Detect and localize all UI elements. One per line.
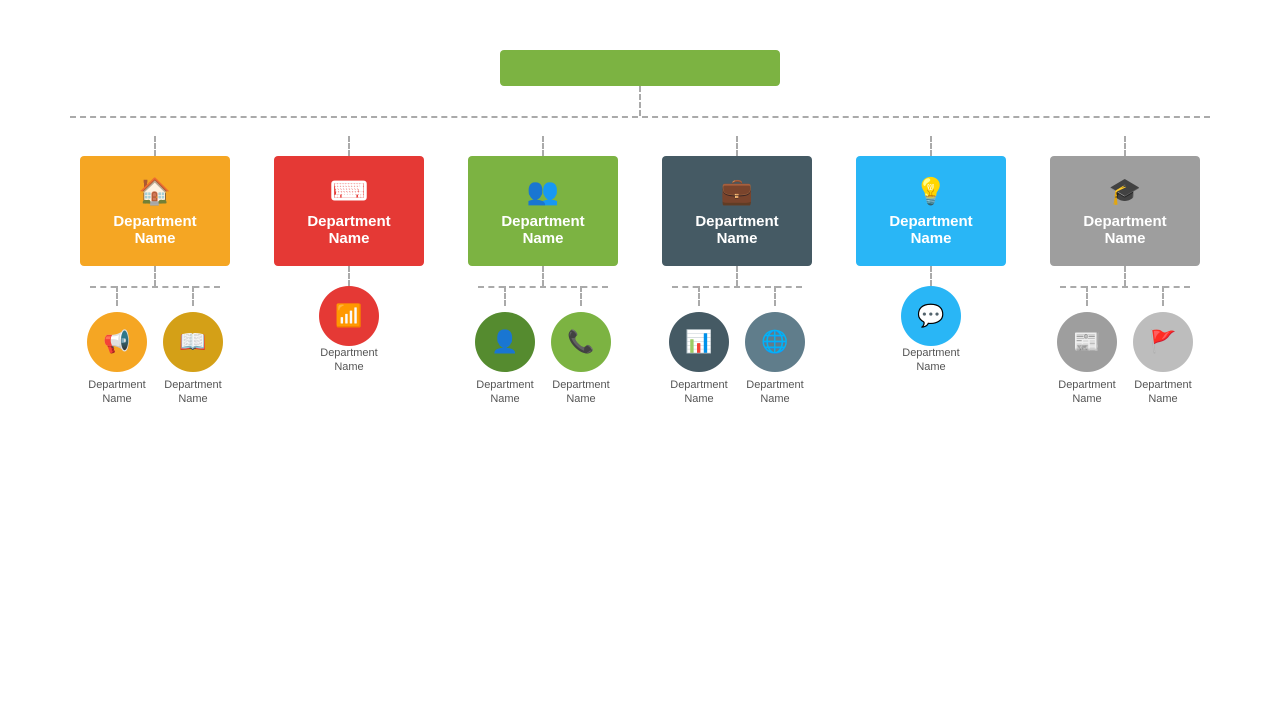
sub-h-line-6 <box>1060 286 1190 288</box>
sub-h-line-4 <box>672 286 802 288</box>
dept-v-connector-5 <box>930 136 932 156</box>
sub-circle-3-2[interactable]: 📞 <box>551 312 611 372</box>
sub-items-row-4: 📊 Department Name 🌐 Department Name <box>669 286 805 407</box>
sub-label-1-1: Department Name <box>88 378 145 407</box>
sub-label-2-1: Department Name <box>320 346 377 375</box>
sub-v-6 <box>1124 266 1126 286</box>
dept-name-2: Department Name <box>307 213 390 247</box>
dept-icon-6: 🎓 <box>1109 176 1141 207</box>
sub-item-v-4-1 <box>698 286 700 306</box>
dept-name-3: Department Name <box>501 213 584 247</box>
dept-icon-5: 💡 <box>915 176 947 207</box>
dept-box-6[interactable]: 🎓 Department Name <box>1050 156 1200 266</box>
sub-v-5 <box>930 266 932 286</box>
sub-item-v-4-2 <box>774 286 776 306</box>
sub-items-row-1: 📢 Department Name 📖 Department Name <box>87 286 223 407</box>
dept-col-1: 🏠 Department Name 📢 Department Name 📖 Departm… <box>70 136 240 407</box>
dept-v-connector-1 <box>154 136 156 156</box>
single-sub-5: 💬Department Name <box>901 286 961 375</box>
dept-name-6: Department Name <box>1083 213 1166 247</box>
root-connector <box>50 86 1230 116</box>
sub-item-1-1: 📢 Department Name <box>87 286 147 407</box>
dept-name-1: Department Name <box>113 213 196 247</box>
sub-item-v-6-2 <box>1162 286 1164 306</box>
sub-item-v-6-1 <box>1086 286 1088 306</box>
sub-circle-6-2[interactable]: 🚩 <box>1133 312 1193 372</box>
sub-items-row-6: 📰 Department Name 🚩 Department Name <box>1057 286 1193 407</box>
dept-box-2[interactable]: ⌨ Department Name <box>274 156 424 266</box>
dept-v-connector-3 <box>542 136 544 156</box>
sub-item-3-2: 📞 Department Name <box>551 286 611 407</box>
sub-label-3-1: Department Name <box>476 378 533 407</box>
sub-v-1 <box>154 266 156 286</box>
dept-col-5: 💡Department Name💬Department Name <box>846 136 1016 407</box>
dept-v-connector-4 <box>736 136 738 156</box>
dept-name-4: Department Name <box>695 213 778 247</box>
sub-item-v-1-1 <box>116 286 118 306</box>
sub-label-1-2: Department Name <box>164 378 221 407</box>
sub-label-4-1: Department Name <box>670 378 727 407</box>
dept-icon-4: 💼 <box>721 176 753 207</box>
departments-row: 🏠 Department Name 📢 Department Name 📖 Departm… <box>70 136 1210 407</box>
sub-h-line-1 <box>90 286 220 288</box>
dept-col-2: ⌨Department Name📶Department Name <box>264 136 434 407</box>
dept-icon-2: ⌨ <box>330 176 368 207</box>
sub-items-row-3: 👤 Department Name 📞 Department Name <box>475 286 611 407</box>
sub-item-v-3-2 <box>580 286 582 306</box>
dept-icon-3: 👥 <box>527 176 559 207</box>
sub-label-6-1: Department Name <box>1058 378 1115 407</box>
dept-box-3[interactable]: 👥 Department Name <box>468 156 618 266</box>
sub-item-4-1: 📊 Department Name <box>669 286 729 407</box>
sub-circle-3-1[interactable]: 👤 <box>475 312 535 372</box>
sub-item-1-2: 📖 Department Name <box>163 286 223 407</box>
sub-item-6-1: 📰 Department Name <box>1057 286 1117 407</box>
dept-box-5[interactable]: 💡 Department Name <box>856 156 1006 266</box>
dept-box-4[interactable]: 💼 Department Name <box>662 156 812 266</box>
sub-item-v-1-2 <box>192 286 194 306</box>
sub-circle-5-1[interactable]: 💬 <box>901 286 961 346</box>
sub-label-4-2: Department Name <box>746 378 803 407</box>
dept-v-connector-6 <box>1124 136 1126 156</box>
sub-circle-6-1[interactable]: 📰 <box>1057 312 1117 372</box>
dept-col-4: 💼 Department Name 📊 Department Name 🌐 Departm… <box>652 136 822 407</box>
single-sub-2: 📶Department Name <box>319 286 379 375</box>
dept-col-3: 👥 Department Name 👤 Department Name 📞 Departm… <box>458 136 628 407</box>
dept-col-6: 🎓 Department Name 📰 Department Name 🚩 Departm… <box>1040 136 1210 407</box>
dept-v-connector-2 <box>348 136 350 156</box>
sub-circle-4-1[interactable]: 📊 <box>669 312 729 372</box>
h-line <box>70 116 1210 118</box>
dept-name-5: Department Name <box>889 213 972 247</box>
sub-label-3-2: Department Name <box>552 378 609 407</box>
h-line-container <box>70 116 1210 136</box>
slide: 🏠 Department Name 📢 Department Name 📖 Departm… <box>0 0 1280 720</box>
sub-circle-1-2[interactable]: 📖 <box>163 312 223 372</box>
sub-item-v-3-1 <box>504 286 506 306</box>
sub-circle-4-2[interactable]: 🌐 <box>745 312 805 372</box>
sub-circle-1-1[interactable]: 📢 <box>87 312 147 372</box>
root-box[interactable] <box>500 50 780 86</box>
sub-v-2 <box>348 266 350 286</box>
dept-icon-1: 🏠 <box>139 176 171 207</box>
org-root <box>50 50 1230 86</box>
sub-label-5-1: Department Name <box>902 346 959 375</box>
sub-label-6-2: Department Name <box>1134 378 1191 407</box>
sub-item-3-1: 👤 Department Name <box>475 286 535 407</box>
sub-v-4 <box>736 266 738 286</box>
sub-circle-2-1[interactable]: 📶 <box>319 286 379 346</box>
sub-item-6-2: 🚩 Department Name <box>1133 286 1193 407</box>
sub-item-4-2: 🌐 Department Name <box>745 286 805 407</box>
sub-v-3 <box>542 266 544 286</box>
dept-box-1[interactable]: 🏠 Department Name <box>80 156 230 266</box>
sub-h-line-3 <box>478 286 608 288</box>
